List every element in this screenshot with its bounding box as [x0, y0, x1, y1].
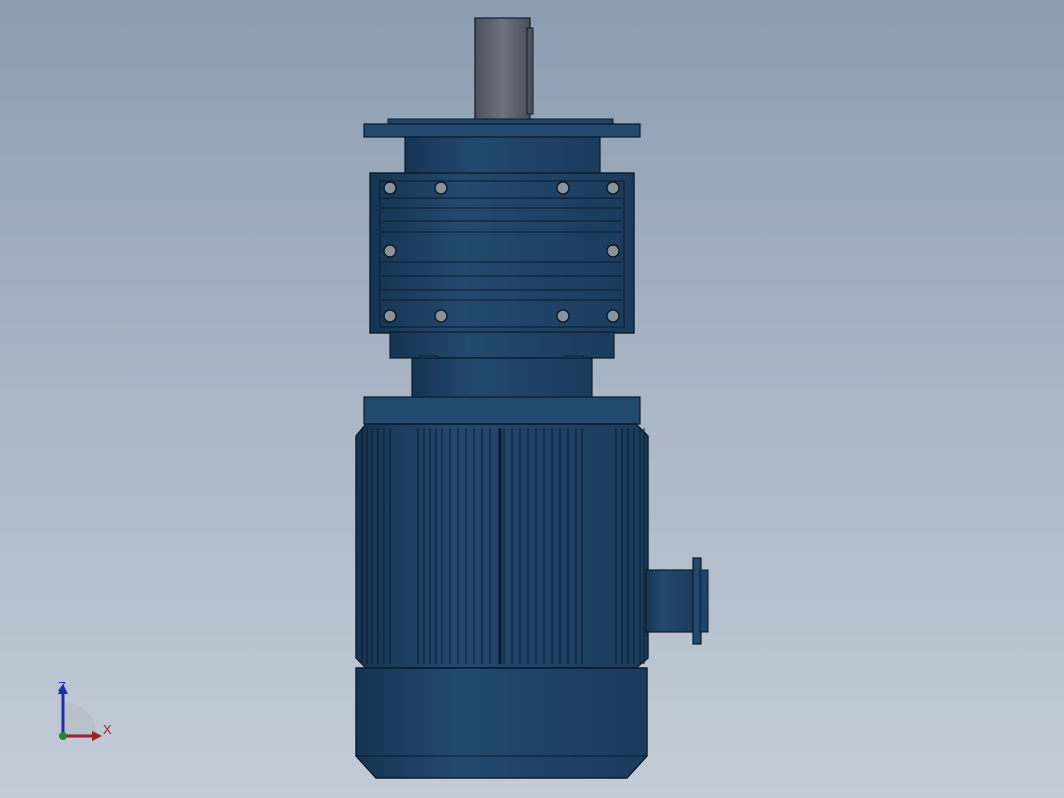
output-shaft[interactable] [474, 17, 534, 121]
fan-cover[interactable] [355, 667, 648, 779]
bolt-icon [383, 244, 397, 258]
bolt-icon [383, 309, 397, 323]
bolt-icon [556, 309, 570, 323]
output-flange[interactable] [363, 118, 641, 138]
x-axis-arrow-icon [92, 731, 102, 741]
gearbox-neck [404, 136, 601, 176]
bolt-icon [556, 181, 570, 195]
bolt-icon [434, 309, 448, 323]
bolt-icon [434, 181, 448, 195]
bolt-icon [606, 244, 620, 258]
motor-adapter [411, 357, 593, 399]
graphics-viewport[interactable]: Z X [0, 0, 1064, 798]
bolt-icon [606, 309, 620, 323]
origin-icon [59, 732, 67, 740]
motor-body[interactable] [355, 423, 649, 669]
z-axis-label: Z [58, 679, 66, 694]
terminal-box[interactable] [645, 557, 709, 645]
x-axis-label: X [103, 722, 112, 737]
bolt-icon [606, 181, 620, 195]
motor-flange[interactable] [363, 396, 641, 425]
gear-motor-model[interactable] [0, 0, 1064, 798]
bolt-icon [383, 181, 397, 195]
gearbox-housing[interactable] [369, 172, 635, 334]
